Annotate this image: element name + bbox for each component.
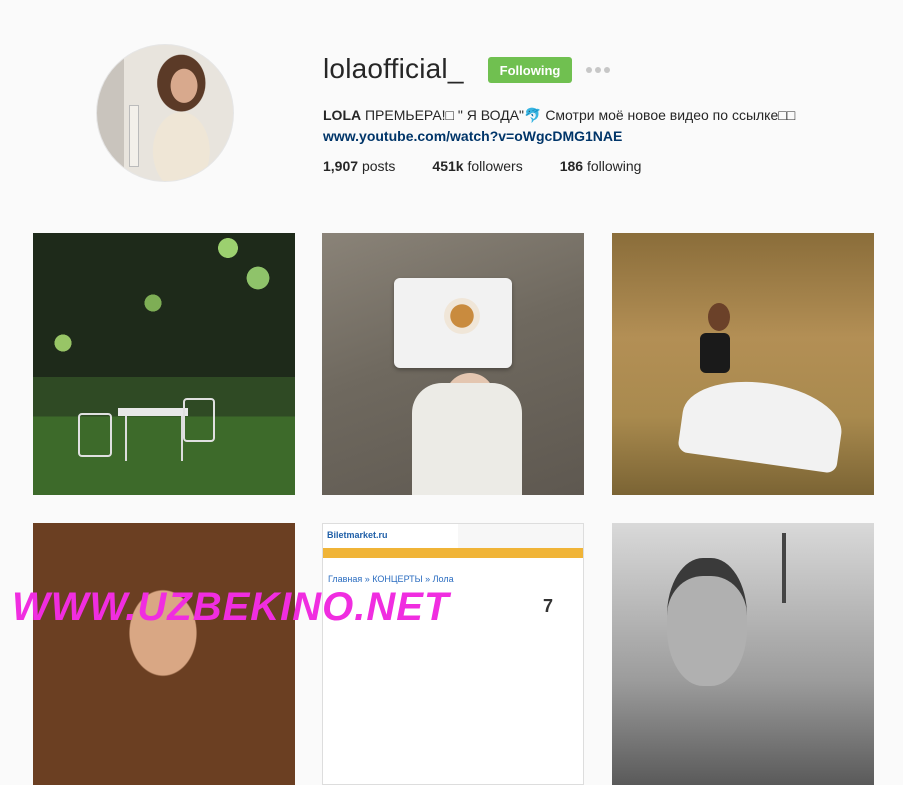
garden-table <box>118 408 188 416</box>
posts-label: posts <box>361 158 396 174</box>
following-stat[interactable]: 186 following <box>560 158 642 174</box>
following-label: following <box>586 158 642 174</box>
followers-label: followers <box>467 158 523 174</box>
dress-shape <box>677 372 847 474</box>
concert-date: 7 <box>543 596 554 616</box>
face-shape <box>667 558 747 686</box>
palm-shape <box>782 533 786 603</box>
profile-avatar[interactable] <box>96 44 234 182</box>
site-logo: Biletmarket.ru <box>327 530 388 540</box>
garden-chair <box>78 413 112 457</box>
post-tile-bw-selfie[interactable] <box>612 523 874 785</box>
bio-link[interactable]: www.youtube.com/watch?v=oWgcDMG1NAE <box>323 126 795 147</box>
profile-stats: 1,907 posts 451k followers 186 following <box>323 158 678 174</box>
robe-shape <box>412 383 522 495</box>
top-shape <box>700 333 730 373</box>
profile-username: lolaofficial_ <box>323 53 464 84</box>
site-breadcrumb: Главная » КОНЦЕРТЫ » Лола <box>328 574 454 584</box>
post-tile-tea-tray[interactable] <box>322 233 584 495</box>
table-leg <box>125 416 127 461</box>
garden-chair <box>183 398 215 442</box>
posts-count: 1,907 <box>323 158 359 174</box>
ellipsis-icon[interactable] <box>586 64 610 76</box>
post-tile-biletmarket-screenshot[interactable]: Biletmarket.ru Главная » КОНЦЕРТЫ » Лола… <box>322 523 584 785</box>
following-button[interactable]: Following <box>488 57 572 83</box>
avatar-chair-detail <box>129 105 139 167</box>
post-tile-hay-field[interactable] <box>612 233 874 495</box>
bio-text: ПРЕМЬЕРА!□ " Я ВОДА"🐬 Смотри моё новое в… <box>361 107 796 123</box>
head-shape <box>708 303 730 331</box>
post-tile-apple-garden[interactable] <box>33 233 295 495</box>
posts-stat: 1,907 posts <box>323 158 395 174</box>
post-tile-portrait[interactable] <box>33 523 295 785</box>
followers-count: 451k <box>432 158 464 174</box>
bio-name: LOLA <box>323 107 362 123</box>
profile-bio: LOLA ПРЕМЬЕРА!□ " Я ВОДА"🐬 Смотри моё но… <box>323 105 795 147</box>
following-count: 186 <box>559 158 584 174</box>
teapot-shape <box>444 298 480 334</box>
followers-stat[interactable]: 451k followers <box>432 158 522 174</box>
site-nav-bar <box>323 548 583 558</box>
